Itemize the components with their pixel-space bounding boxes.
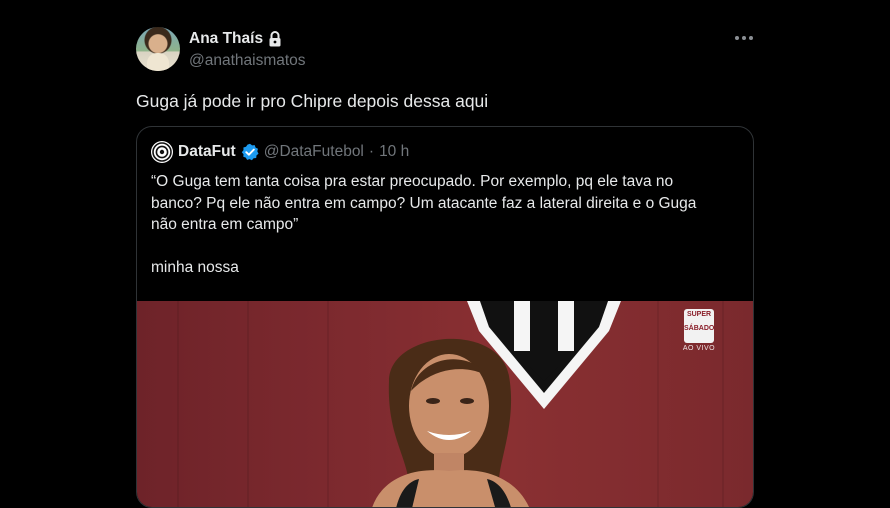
author-name[interactable]: Ana Thaís	[189, 30, 263, 48]
quoted-line: não entra em campo”	[151, 216, 299, 233]
badge-top-text: SUPER	[686, 311, 712, 318]
quoted-timestamp[interactable]: 10 h	[379, 143, 409, 161]
verified-icon	[241, 143, 259, 161]
quoted-line: “O Guga tem tanta coisa pra estar preocu…	[151, 173, 674, 190]
datafut-logo-icon[interactable]	[151, 141, 173, 163]
quoted-author-handle[interactable]: @DataFutebol	[264, 143, 364, 161]
quoted-text: “O Guga tem tanta coisa pra estar preocu…	[151, 171, 737, 279]
avatar[interactable]	[136, 27, 180, 71]
author-handle[interactable]: @anathaismatos	[189, 52, 306, 70]
quoted-author-name[interactable]: DataFut	[178, 143, 236, 161]
presenter-image	[372, 338, 529, 507]
tv-badge-logo: SUPER SÁBADO	[684, 309, 714, 343]
quoted-media[interactable]: SUPER SÁBADO AO VIVO	[137, 301, 753, 507]
quoted-separator: ·	[368, 143, 375, 160]
quoted-tweet[interactable]: DataFut @DataFutebol · 10 h “O Guga tem …	[136, 126, 754, 508]
avatar-figure	[147, 53, 169, 71]
tweet: Ana Thaís @anathaismatos Guga já pode ir…	[0, 0, 890, 508]
tv-badge: SUPER SÁBADO AO VIVO	[681, 309, 717, 353]
live-label: AO VIVO	[682, 345, 716, 352]
badge-mid-text: SÁBADO	[684, 325, 715, 332]
tweet-text: Guga já pode ir pro Chipre depois dessa …	[136, 91, 489, 111]
quoted-line: banco? Pq ele não entra em campo? Um ata…	[151, 194, 697, 212]
lock-icon	[269, 31, 281, 47]
author-name-row[interactable]: Ana Thaís	[189, 30, 282, 48]
more-icon[interactable]	[731, 28, 757, 48]
quoted-footer: minha nossa	[151, 259, 239, 276]
quoted-header: DataFut @DataFutebol · 10 h	[151, 141, 409, 163]
